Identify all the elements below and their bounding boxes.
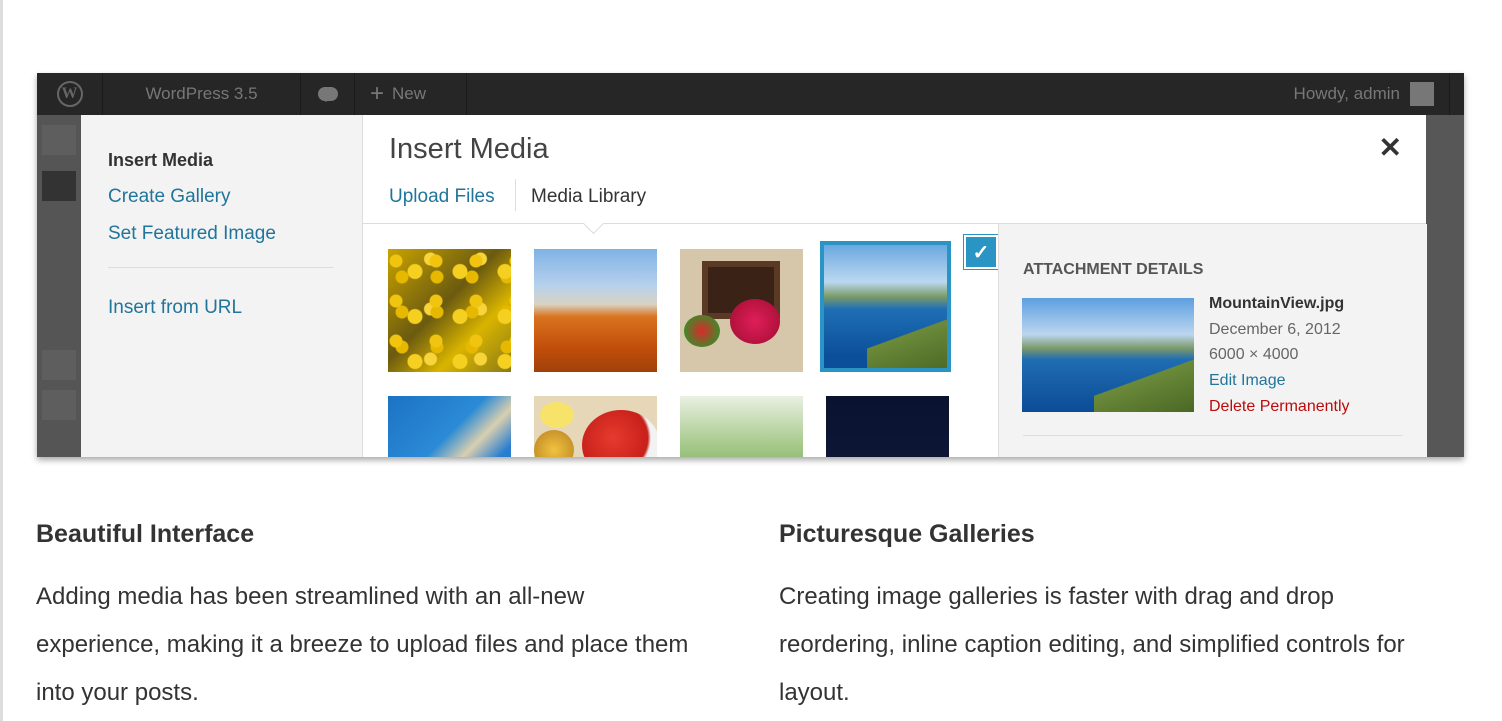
background-admin-content [1426,115,1464,457]
menu-create-gallery[interactable]: Create Gallery [108,186,231,208]
wordpress-screenshot: W WordPress 3.5 + New Howdy, admin Inser… [37,73,1464,457]
media-icon [42,350,76,380]
media-thumbnail[interactable] [388,396,511,457]
feature-description: Adding media has been streamlined with a… [36,583,689,706]
pages-icon [42,390,76,420]
attachment-filename: MountainView.jpg [1209,295,1345,312]
site-name-link[interactable]: WordPress 3.5 [103,73,301,115]
feature-title: Beautiful Interface [36,520,255,548]
posts-icon [42,171,76,201]
plus-icon: + [370,80,385,107]
feature-beautiful-interface: Beautiful Interface Adding media has bee… [36,520,716,717]
menu-set-featured-image[interactable]: Set Featured Image [108,223,276,245]
media-thumbnail[interactable] [826,396,949,457]
attachment-details-heading: ATTACHMENT DETAILS [1023,261,1204,278]
dashboard-icon [42,125,76,155]
howdy-text: Howdy, admin [1293,84,1400,103]
attachment-details-panel: ATTACHMENT DETAILS MountainView.jpg Dece… [998,224,1427,457]
feature-picturesque-galleries: Picturesque Galleries Creating image gal… [779,520,1459,717]
close-icon[interactable]: ✕ [1379,131,1402,164]
media-thumbnail[interactable] [534,396,657,457]
account-menu[interactable]: Howdy, admin [1279,73,1450,115]
tab-divider [515,179,516,211]
avatar [1410,82,1434,106]
new-label: New [392,84,427,103]
media-menu: Insert Media Create Gallery Set Featured… [81,115,363,457]
delete-permanently-link[interactable]: Delete Permanently [1209,398,1350,416]
media-thumbnail[interactable] [680,249,803,372]
media-thumbnail[interactable] [388,249,511,372]
active-tab-arrow [582,212,605,235]
attachment-preview-image [1022,298,1194,412]
background-admin-sidebar [37,115,81,457]
tab-upload-files[interactable]: Upload Files [389,186,495,208]
admin-bar: W WordPress 3.5 + New Howdy, admin [37,73,1464,115]
feature-title: Picturesque Galleries [779,520,1035,548]
attachment-dimensions: 6000 × 4000 [1209,346,1299,363]
edit-image-link[interactable]: Edit Image [1209,372,1285,390]
modal-title: Insert Media [389,133,549,165]
selected-check-icon[interactable]: ✓ [964,235,998,269]
insert-media-modal: Insert Media Create Gallery Set Featured… [81,115,1427,457]
wordpress-logo-icon[interactable]: W [37,73,103,115]
menu-separator [108,267,334,268]
attachment-date: December 6, 2012 [1209,321,1341,338]
feature-description: Creating image galleries is faster with … [779,583,1405,706]
media-thumbnail[interactable] [680,396,803,457]
attachment-separator [1023,435,1403,436]
menu-insert-media[interactable]: Insert Media [108,150,213,171]
page-left-border [0,0,3,721]
comments-icon[interactable] [301,73,355,115]
menu-insert-from-url[interactable]: Insert from URL [108,297,242,319]
media-thumbnail[interactable] [534,249,657,372]
media-thumbnail-selected[interactable] [820,241,951,372]
tab-media-library[interactable]: Media Library [531,186,646,208]
new-content-button[interactable]: + New [355,73,467,115]
